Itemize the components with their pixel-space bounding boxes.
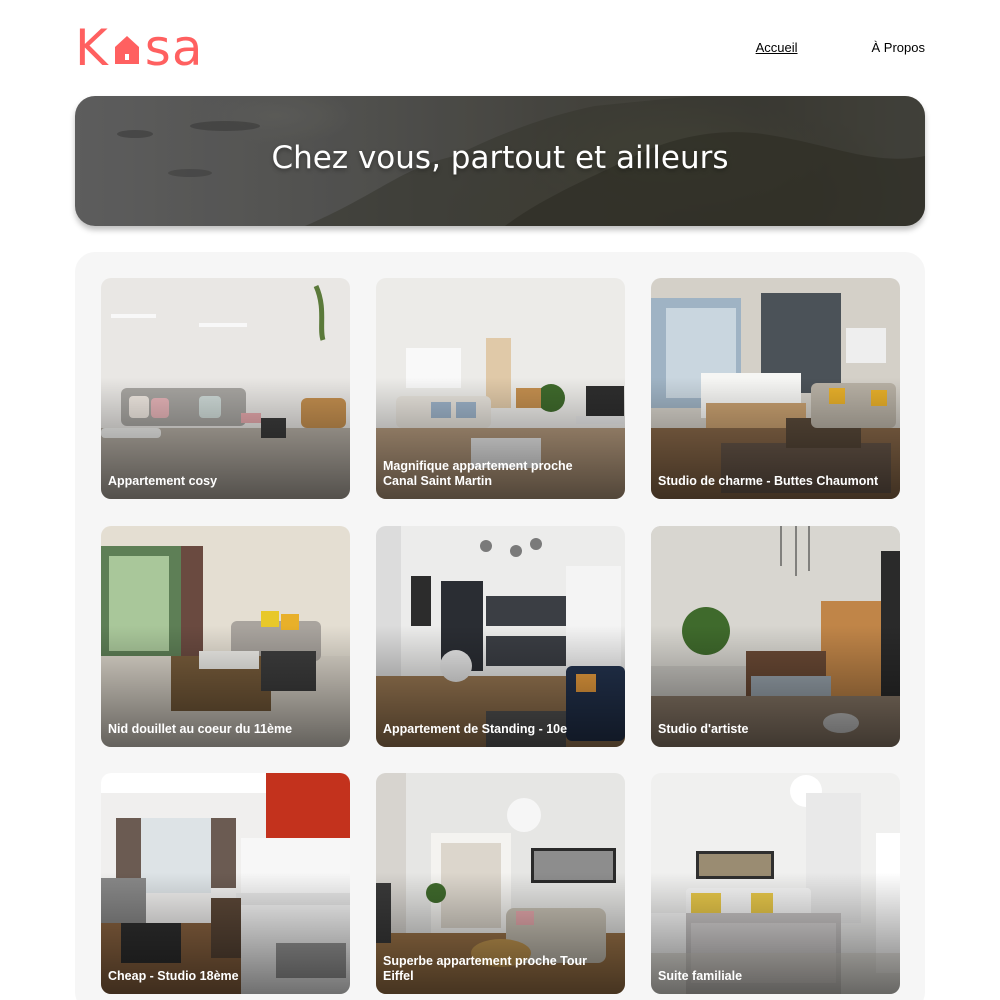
main-nav: Accueil À Propos — [756, 40, 925, 55]
listing-card[interactable]: Studio de charme - Buttes Chaumont — [651, 278, 900, 499]
nav-link-accueil[interactable]: Accueil — [756, 40, 798, 55]
nav-link-a-propos[interactable]: À Propos — [872, 40, 925, 55]
card-gradient — [651, 526, 900, 747]
house-icon — [107, 26, 147, 66]
listing-card[interactable]: Cheap - Studio 18ème — [101, 773, 350, 994]
listing-card[interactable]: Appartement cosy — [101, 278, 350, 499]
card-title: Nid douillet au coeur du 11ème — [108, 721, 293, 736]
header: K sa Accueil À Propos — [75, 20, 925, 80]
card-title: Superbe appartement proche Tour Eiffel — [383, 954, 587, 983]
card-gradient — [101, 278, 350, 499]
card-gradient — [376, 526, 625, 747]
listings-gallery: Appartement cosy Magnifique appartement … — [75, 252, 925, 1000]
banner-title: Chez vous, partout et ailleurs — [271, 140, 729, 176]
logo-text-sa: sa — [144, 19, 204, 77]
card-gradient — [101, 773, 350, 994]
card-title: Magnifique appartement proche Canal Sain… — [383, 459, 573, 488]
listing-card[interactable]: Magnifique appartement proche Canal Sain… — [376, 278, 625, 499]
listing-card[interactable]: Nid douillet au coeur du 11ème — [101, 526, 350, 747]
card-title: Studio d'artiste — [658, 721, 749, 736]
logo-text-k: K — [75, 19, 109, 77]
card-title: Appartement cosy — [108, 473, 218, 488]
listing-card[interactable]: Suite familiale — [651, 773, 900, 994]
hero-banner: Chez vous, partout et ailleurs — [75, 96, 925, 226]
listing-card[interactable]: Appartement de Standing - 10e — [376, 526, 625, 747]
card-title: Suite familiale — [658, 968, 743, 983]
card-gradient — [651, 278, 900, 499]
card-title: Studio de charme - Buttes Chaumont — [658, 473, 879, 488]
logo[interactable]: K sa — [75, 22, 204, 74]
card-gradient — [101, 526, 350, 747]
card-title: Cheap - Studio 18ème — [108, 968, 239, 983]
listing-card[interactable]: Studio d'artiste — [651, 526, 900, 747]
card-title: Appartement de Standing - 10e — [383, 721, 568, 736]
listing-card[interactable]: Superbe appartement proche Tour Eiffel — [376, 773, 625, 994]
card-gradient — [651, 773, 900, 994]
